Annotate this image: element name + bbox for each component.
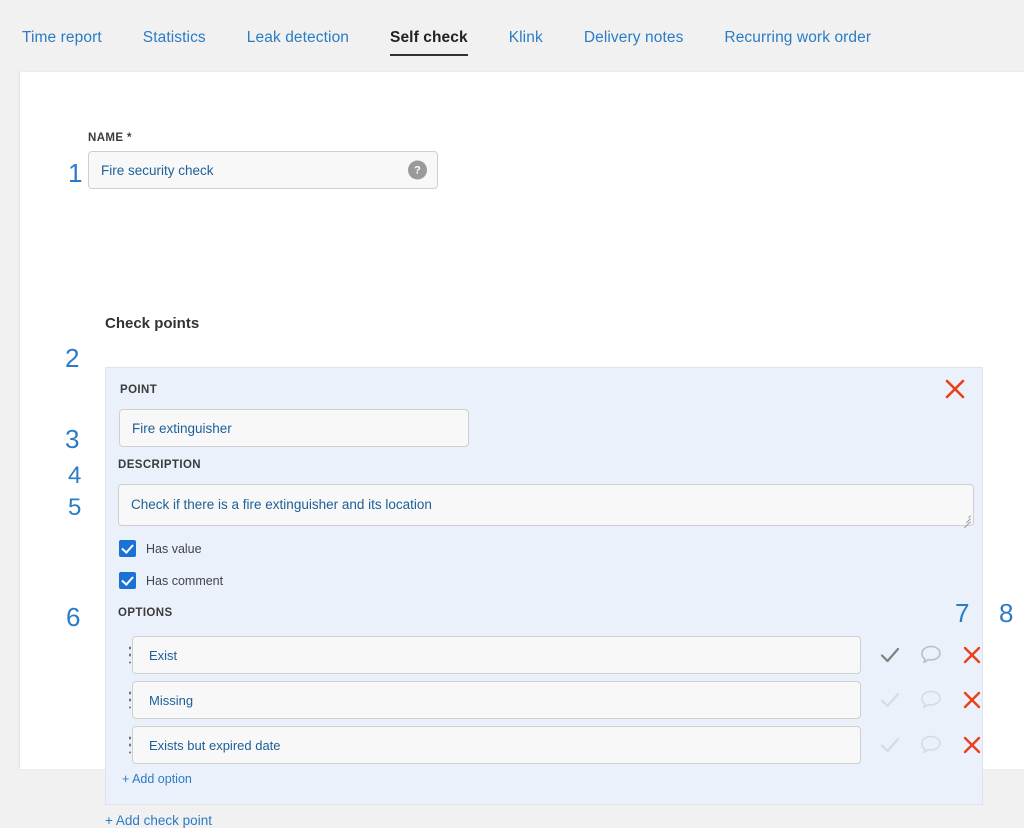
description-value: Check if there is a fire extinguisher an… — [131, 497, 432, 512]
delete-option-icon[interactable] — [960, 733, 984, 757]
option-row: Exist — [126, 636, 981, 674]
tab-klink[interactable]: Klink — [509, 29, 543, 56]
check-icon[interactable] — [878, 643, 902, 667]
resize-handle-icon[interactable] — [961, 513, 971, 529]
marker-5: 5 — [68, 494, 82, 521]
marker-8: 8 — [999, 598, 1014, 628]
option-value: Exist — [149, 647, 178, 663]
check-icon[interactable] — [878, 733, 902, 757]
self-check-form-card: 1 NAME * Fire security check ? Check poi… — [20, 72, 1024, 828]
comment-icon[interactable] — [919, 643, 943, 667]
has-comment-checkbox[interactable] — [119, 572, 136, 589]
name-field-group: NAME * Fire security check ? — [88, 132, 438, 189]
check-icon[interactable] — [878, 688, 902, 712]
add-option-link[interactable]: + Add option — [122, 772, 192, 786]
description-label: DESCRIPTION — [118, 459, 201, 471]
name-input[interactable]: Fire security check ? — [88, 151, 438, 189]
tab-self-check[interactable]: Self check — [390, 29, 468, 56]
comment-icon[interactable] — [919, 733, 943, 757]
option-input[interactable]: Missing — [132, 681, 861, 719]
point-input[interactable]: Fire extinguisher — [119, 409, 469, 447]
check-point-panel: POINT Fire extinguisher DESCRIPTION Chec… — [105, 367, 1013, 805]
drag-handle-icon[interactable] — [126, 646, 134, 664]
point-input-wrapper: Fire extinguisher — [119, 409, 469, 447]
marker-7: 7 — [955, 598, 970, 628]
tab-recurring-work-order[interactable]: Recurring work order — [724, 29, 871, 56]
close-icon[interactable] — [942, 376, 968, 402]
help-icon[interactable]: ? — [408, 160, 427, 180]
marker-6: 6 — [66, 602, 81, 632]
tab-leak-detection[interactable]: Leak detection — [247, 29, 349, 56]
has-comment-label: Has comment — [146, 573, 224, 588]
options-label: OPTIONS — [118, 607, 173, 619]
marker-2: 2 — [65, 343, 80, 373]
has-value-checkbox[interactable] — [119, 540, 136, 557]
option-value: Exists but expired date — [149, 737, 281, 753]
option-value: Missing — [149, 692, 194, 708]
tab-time-report[interactable]: Time report — [22, 29, 102, 56]
option-actions — [878, 688, 984, 712]
drag-handle-icon[interactable] — [126, 736, 134, 754]
point-label: POINT — [120, 384, 158, 396]
tab-delivery-notes[interactable]: Delivery notes — [584, 29, 684, 56]
point-input-value: Fire extinguisher — [132, 420, 232, 436]
has-value-checkbox-row[interactable]: Has value — [119, 540, 202, 557]
option-row: Missing — [126, 681, 981, 719]
option-input[interactable]: Exists but expired date — [132, 726, 861, 764]
option-input[interactable]: Exist — [132, 636, 861, 674]
has-comment-checkbox-row[interactable]: Has comment — [119, 572, 223, 589]
description-textarea[interactable]: Check if there is a fire extinguisher an… — [118, 484, 974, 529]
drag-handle-icon[interactable] — [126, 691, 134, 709]
main-tab-bar: Time report Statistics Leak detection Se… — [0, 0, 1024, 72]
tab-statistics[interactable]: Statistics — [143, 29, 206, 56]
delete-option-icon[interactable] — [960, 643, 984, 667]
marker-3: 3 — [65, 424, 80, 454]
name-input-value: Fire security check — [101, 162, 214, 178]
add-check-point-link[interactable]: + Add check point — [105, 813, 212, 828]
comment-icon[interactable] — [919, 688, 943, 712]
option-row: Exists but expired date — [126, 726, 981, 764]
description-wrapper: Check if there is a fire extinguisher an… — [118, 484, 974, 529]
has-value-label: Has value — [146, 541, 202, 556]
name-label: NAME * — [88, 132, 132, 144]
marker-1: 1 — [68, 158, 83, 188]
option-actions — [878, 733, 984, 757]
check-points-heading: Check points — [105, 315, 200, 332]
option-actions — [878, 643, 984, 667]
delete-option-icon[interactable] — [960, 688, 984, 712]
marker-4: 4 — [68, 462, 82, 489]
